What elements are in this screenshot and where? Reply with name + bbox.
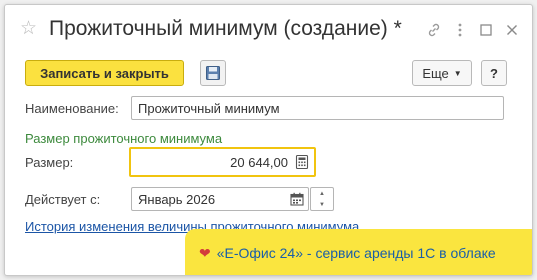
calendar-icon[interactable] (290, 192, 304, 206)
help-button[interactable]: ? (481, 60, 507, 86)
window-title: Прожиточный минимум (создание) * (49, 17, 402, 40)
calculator-icon[interactable] (294, 154, 310, 170)
promo-banner-text: «Е-Офис 24» - сервис аренды 1С в облаке (216, 245, 496, 261)
floppy-disk-icon (206, 66, 220, 80)
spin-up-icon[interactable]: ▲ (311, 188, 333, 199)
command-bar: Записать и закрыть Еще ▼ ? (25, 60, 512, 86)
name-input[interactable]: Прожиточный минимум (131, 96, 504, 120)
chevron-down-icon: ▼ (453, 68, 462, 78)
size-label: Размер: (25, 155, 74, 170)
title-bar: ☆ Прожиточный минимум (создание) * (5, 5, 532, 51)
name-label: Наименование: (25, 101, 119, 116)
title-tools (424, 20, 522, 40)
more-actions-label: Еще (422, 65, 449, 81)
more-icon[interactable] (450, 20, 470, 40)
close-icon[interactable] (502, 20, 522, 40)
group-title-size: Размер прожиточного минимума (25, 131, 223, 146)
more-actions-button[interactable]: Еще ▼ (412, 60, 472, 86)
effective-date-input[interactable]: Январь 2026 (131, 187, 309, 211)
write-and-close-button[interactable]: Записать и закрыть (25, 60, 184, 86)
maximize-icon[interactable] (476, 20, 496, 40)
effective-date-label: Действует с: (25, 192, 101, 207)
link-icon[interactable] (424, 20, 444, 40)
star-icon[interactable]: ☆ (20, 19, 37, 38)
promo-banner[interactable]: ❤ «Е-Офис 24» - сервис аренды 1С в облак… (185, 229, 532, 275)
save-button[interactable] (200, 60, 226, 86)
size-value: 20 644,00 (230, 155, 288, 170)
effective-date-value: Январь 2026 (138, 192, 216, 207)
form-window: ☆ Прожиточный минимум (создание) * Запис… (4, 4, 533, 276)
heart-icon: ❤ (199, 244, 211, 261)
date-spinner[interactable]: ▲ ▼ (310, 187, 334, 211)
size-input[interactable]: 20 644,00 (129, 147, 316, 177)
spin-down-icon[interactable]: ▼ (311, 199, 333, 210)
